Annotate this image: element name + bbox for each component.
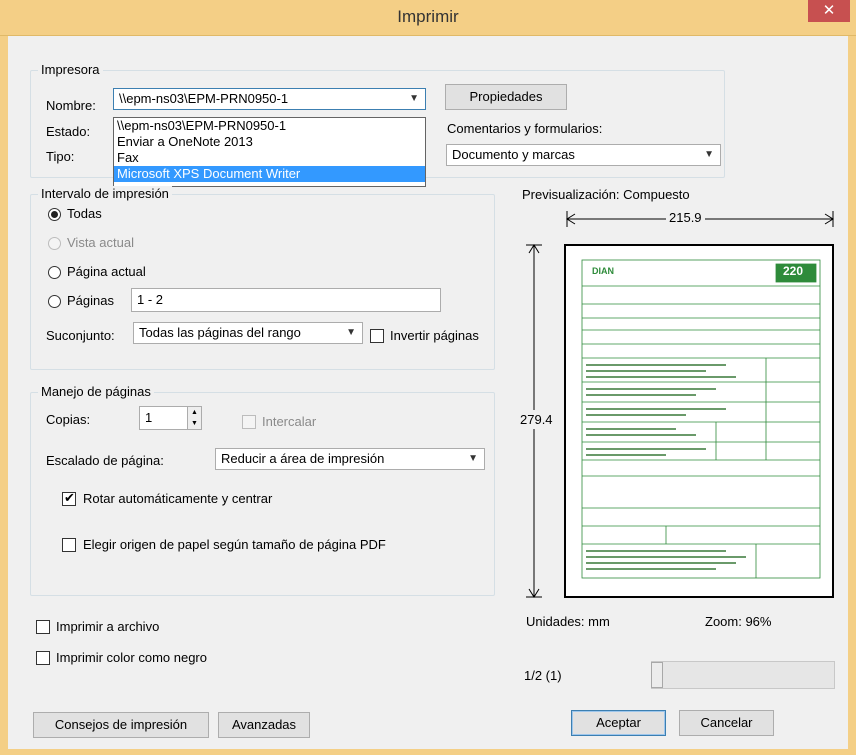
printer-dropdown-list: \\epm-ns03\EPM-PRN0950-1 Enviar a OneNot… — [113, 117, 426, 187]
preview-page-slider[interactable] — [651, 661, 835, 689]
chevron-down-icon: ▼ — [346, 327, 356, 338]
subset-dropdown[interactable]: Todas las páginas del rango ▼ — [133, 322, 363, 344]
comments-label: Comentarios y formularios: — [447, 121, 603, 136]
preview-label: Previsualización: Compuesto — [522, 187, 690, 202]
radio-current-view[interactable] — [48, 237, 61, 250]
printer-option[interactable]: Fax — [114, 150, 425, 166]
pages-input[interactable]: 1 - 2 — [131, 288, 441, 312]
properties-button[interactable]: Propiedades — [445, 84, 567, 110]
radio-all-label: Todas — [67, 206, 102, 221]
print-to-file-checkbox[interactable] — [36, 620, 50, 634]
radio-current-page-label: Página actual — [67, 264, 146, 279]
print-black-label: Imprimir color como negro — [56, 650, 207, 665]
scaling-dropdown[interactable]: Reducir a área de impresión ▼ — [215, 448, 485, 470]
spin-down-icon[interactable]: ▼ — [188, 418, 201, 429]
preview-page: DIAN 220 — [564, 244, 834, 598]
reverse-pages-checkbox[interactable] — [370, 329, 384, 343]
cancel-button[interactable]: Cancelar — [679, 710, 774, 736]
radio-pages-label: Páginas — [67, 293, 114, 308]
printer-group-label: Impresora — [38, 62, 103, 77]
preview-page-counter: 1/2 (1) — [524, 668, 562, 683]
auto-rotate-label: Rotar automáticamente y centrar — [83, 491, 273, 506]
collate-checkbox[interactable] — [242, 415, 256, 429]
collate-label: Intercalar — [262, 414, 317, 429]
spin-up-icon[interactable]: ▲ — [188, 407, 201, 418]
printer-name-value: \\epm-ns03\EPM-PRN0950-1 — [119, 91, 289, 106]
subset-value: Todas las páginas del rango — [139, 325, 301, 340]
checkmark-icon: ✔ — [64, 490, 75, 505]
print-to-file-label: Imprimir a archivo — [56, 619, 160, 634]
printer-option[interactable]: Enviar a OneNote 2013 — [114, 134, 425, 150]
preview-width-value: 215.9 — [666, 210, 705, 225]
printer-name-label: Nombre: — [46, 98, 96, 113]
auto-rotate-checkbox[interactable]: ✔ — [62, 490, 76, 506]
close-button[interactable]: ✕ — [808, 0, 850, 22]
title-bar: Imprimir ✕ — [0, 0, 856, 36]
preview-form-logo: DIAN — [592, 266, 614, 276]
print-range-group-label: Intervalo de impresión — [38, 186, 172, 201]
printer-type-label: Tipo: — [46, 149, 75, 164]
copies-spinner[interactable]: ▲ ▼ — [187, 407, 201, 429]
radio-current-view-label: Vista actual — [67, 235, 134, 250]
subset-label: Suconjunto: — [46, 328, 115, 343]
paper-source-checkbox[interactable] — [62, 538, 76, 552]
print-black-checkbox[interactable] — [36, 651, 50, 665]
printer-status-label: Estado: — [46, 124, 91, 139]
print-tips-button[interactable]: Consejos de impresión — [33, 712, 209, 738]
comments-value: Documento y marcas — [452, 147, 575, 162]
preview-form-thumbnail — [581, 259, 821, 579]
preview-page-slider-thumb[interactable] — [651, 662, 663, 688]
paper-source-label: Elegir origen de papel según tamaño de p… — [83, 537, 386, 552]
copies-label: Copias: — [46, 412, 91, 427]
comments-dropdown[interactable]: Documento y marcas ▼ — [446, 144, 721, 166]
preview-height-value: 279.4 — [520, 410, 553, 429]
window-frame-left — [0, 36, 8, 755]
advanced-button[interactable]: Avanzadas — [218, 712, 310, 738]
radio-all[interactable] — [48, 208, 61, 221]
chevron-down-icon: ▼ — [468, 453, 478, 464]
copies-value: 1 — [145, 410, 153, 425]
scaling-label: Escalado de página: — [46, 453, 164, 468]
window-frame-right — [848, 36, 856, 755]
preview-form-number: 220 — [783, 264, 804, 278]
accept-button[interactable]: Aceptar — [571, 710, 666, 736]
scaling-value: Reducir a área de impresión — [221, 451, 385, 466]
chevron-down-icon: ▼ — [409, 93, 419, 104]
printer-name-dropdown[interactable]: \\epm-ns03\EPM-PRN0950-1 ▼ — [113, 88, 426, 110]
close-icon: ✕ — [822, 2, 836, 19]
chevron-down-icon: ▼ — [704, 149, 714, 160]
window-frame-bottom — [0, 749, 856, 755]
page-handling-group-label: Manejo de páginas — [38, 384, 154, 399]
printer-option[interactable]: \\epm-ns03\EPM-PRN0950-1 — [114, 118, 425, 134]
preview-zoom: Zoom: 96% — [705, 614, 772, 629]
preview-units: Unidades: mm — [526, 614, 610, 629]
reverse-pages-label: Invertir páginas — [390, 328, 479, 343]
window-title: Imprimir — [397, 7, 459, 26]
radio-current-page[interactable] — [48, 266, 61, 279]
printer-option-selected[interactable]: Microsoft XPS Document Writer — [114, 166, 425, 182]
radio-pages[interactable] — [48, 295, 61, 308]
